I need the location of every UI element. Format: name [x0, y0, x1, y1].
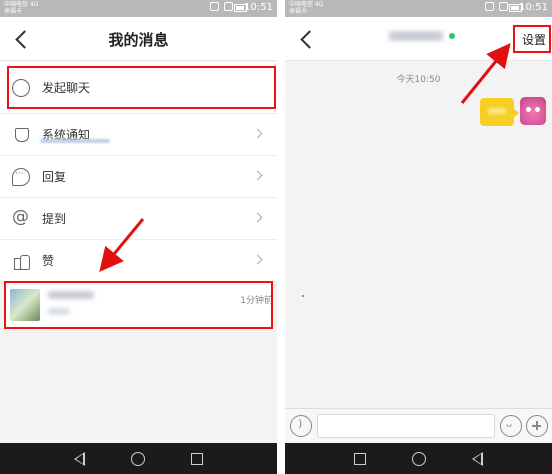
chat-messages-area: 今天10:50 — [285, 62, 552, 408]
back-nav-icon[interactable] — [472, 451, 483, 466]
at-icon — [12, 207, 30, 228]
title-bar: 设置 — [285, 17, 552, 61]
left-phone-screen: 中国电信 4G 来福卡 10:51 我的消息 发起聊天 系统通知 回复 提到 — [0, 0, 277, 474]
redaction-mark — [40, 139, 110, 143]
message-timestamp: 今天10:50 — [396, 75, 441, 85]
reply-row[interactable]: 回复 — [0, 156, 277, 198]
system-icons — [485, 2, 508, 11]
status-bar: 中国电信 4G 来福卡 10:51 — [0, 0, 277, 17]
message-text-blurred — [488, 108, 506, 114]
back-icon[interactable] — [295, 26, 319, 52]
chevron-right-icon — [252, 128, 263, 139]
chevron-right-icon — [252, 212, 263, 223]
comment-icon — [12, 167, 30, 186]
outgoing-message-bubble[interactable] — [480, 98, 519, 126]
like-label: 赞 — [42, 254, 55, 268]
mention-label: 提到 — [42, 212, 67, 226]
back-nav-icon[interactable] — [74, 451, 85, 466]
like-row[interactable]: 赞 — [0, 240, 277, 282]
mention-row[interactable]: 提到 — [0, 198, 277, 240]
signal-icon — [499, 2, 508, 11]
signal-icon — [224, 2, 233, 11]
emoji-icon[interactable] — [500, 415, 522, 437]
highlight-box — [4, 281, 273, 329]
home-nav-icon[interactable] — [412, 451, 426, 466]
right-phone-screen: 中国电信 4G 来福卡 10:51 设置 今天10:50 — [285, 0, 552, 474]
system-icons — [210, 2, 233, 11]
status-time: 10:51 — [519, 2, 548, 13]
android-nav-bar — [0, 443, 277, 474]
thumbs-up-icon — [12, 252, 30, 270]
plus-icon[interactable] — [526, 415, 548, 437]
contact-name-blurred — [389, 31, 443, 41]
page-title: 我的消息 — [108, 31, 169, 49]
carrier-info: 中国电信 4G 来福卡 — [4, 1, 39, 15]
bell-icon — [12, 126, 30, 144]
online-status-dot — [449, 33, 455, 39]
status-time: 10:51 — [244, 2, 273, 13]
recents-nav-icon[interactable] — [354, 452, 366, 465]
speck — [302, 295, 304, 297]
carrier-info: 中国电信 4G 来福卡 — [289, 1, 324, 15]
voice-icon[interactable] — [290, 415, 312, 437]
home-nav-icon[interactable] — [131, 451, 145, 466]
title-bar: 我的消息 — [0, 17, 277, 61]
status-bar: 中国电信 4G 来福卡 10:51 — [285, 0, 552, 17]
message-input[interactable] — [317, 414, 495, 438]
system-notice-row[interactable]: 系统通知 — [0, 114, 277, 156]
recents-nav-icon[interactable] — [191, 452, 203, 465]
chat-input-bar — [285, 408, 552, 443]
wifi-icon — [485, 2, 494, 11]
chevron-right-icon — [252, 170, 263, 181]
chevron-right-icon — [252, 254, 263, 265]
highlight-box — [7, 66, 276, 109]
android-nav-bar — [285, 443, 552, 474]
reply-label: 回复 — [42, 170, 67, 184]
highlight-box — [513, 25, 551, 53]
avatar[interactable] — [520, 97, 546, 125]
wifi-icon — [210, 2, 219, 11]
